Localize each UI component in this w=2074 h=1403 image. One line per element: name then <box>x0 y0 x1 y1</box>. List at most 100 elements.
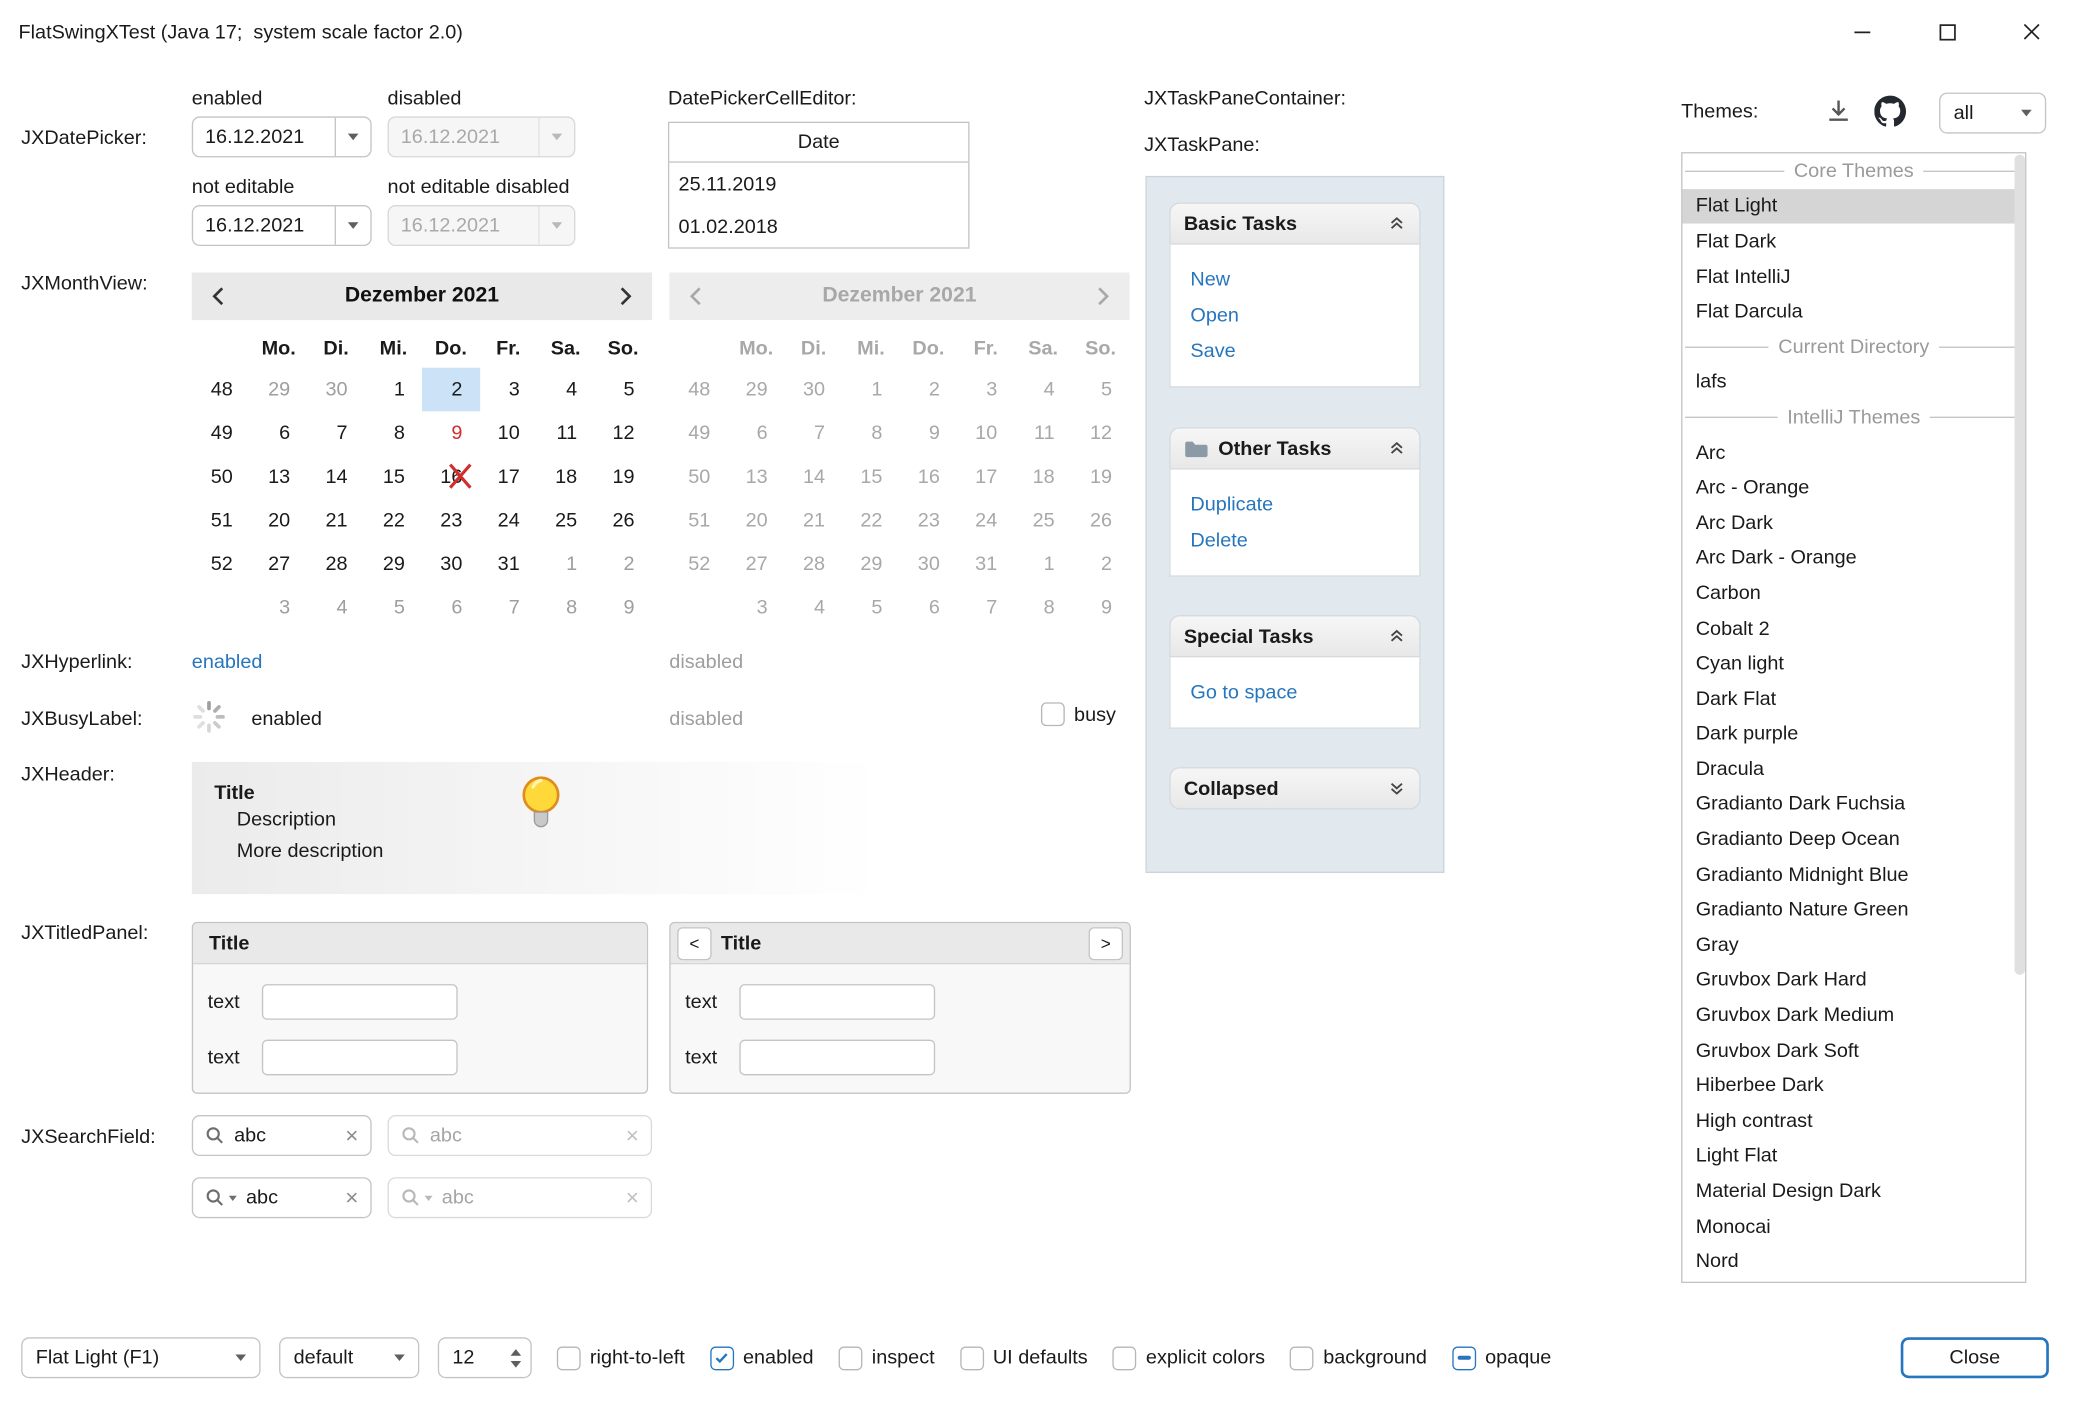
calendar-day[interactable]: 31 <box>480 542 537 586</box>
calendar-day[interactable]: 7 <box>307 411 364 455</box>
scrollbar-thumb[interactable] <box>2014 155 2025 975</box>
theme-item[interactable]: Gruvbox Dark Medium <box>1682 998 2025 1033</box>
calendar-day[interactable]: 16 <box>422 455 479 499</box>
expand-icon[interactable] <box>1388 779 1407 798</box>
calendar-day[interactable]: 23 <box>422 499 479 543</box>
task-link[interactable]: Delete <box>1190 522 1399 558</box>
task-pane-header[interactable]: Collapsed <box>1169 767 1420 809</box>
table-row[interactable]: 01.02.2018 <box>669 205 968 247</box>
task-link[interactable]: Duplicate <box>1190 487 1399 523</box>
spinner-value[interactable]: 12 <box>452 1347 474 1369</box>
date-picker-value[interactable]: 16.12.2021 <box>193 214 335 236</box>
task-pane-header[interactable]: Basic Tasks <box>1169 202 1420 244</box>
theme-item[interactable]: Dark purple <box>1682 716 2025 751</box>
next-month-button[interactable] <box>618 286 634 307</box>
checkbox-box[interactable] <box>1113 1346 1137 1370</box>
theme-item[interactable]: Cyan light <box>1682 646 2025 681</box>
busy-checkbox[interactable]: busy <box>1041 702 1116 726</box>
theme-item[interactable]: Light Flat <box>1682 1138 2025 1173</box>
laf-combo[interactable]: Flat Light (F1) <box>21 1337 260 1378</box>
calendar-day[interactable]: 24 <box>480 499 537 543</box>
spinner-up-icon[interactable] <box>511 1348 522 1355</box>
task-link[interactable]: Save <box>1190 333 1399 369</box>
calendar-day[interactable]: 20 <box>250 499 307 543</box>
download-themes-button[interactable] <box>1823 95 1855 127</box>
theme-item[interactable]: Gradianto Deep Ocean <box>1682 822 2025 857</box>
close-button[interactable]: Close <box>1901 1337 2049 1378</box>
checkbox-opaque[interactable]: opaque <box>1452 1346 1551 1370</box>
font-size-spinner[interactable]: 12 <box>438 1337 532 1378</box>
calendar-day[interactable]: 29 <box>365 542 422 586</box>
checkbox-box[interactable] <box>1041 702 1065 726</box>
theme-item[interactable]: Dark Flat <box>1682 681 2025 716</box>
clear-search-icon[interactable]: × <box>345 1186 358 1208</box>
calendar-day[interactable]: 8 <box>537 586 594 630</box>
theme-item[interactable]: Arc Dark <box>1682 505 2025 540</box>
checkbox-inspect[interactable]: inspect <box>839 1346 935 1370</box>
calendar-day[interactable]: 29 <box>250 368 307 412</box>
checkbox-box[interactable] <box>839 1346 863 1370</box>
collapse-icon[interactable] <box>1388 439 1407 458</box>
checkbox-box[interactable] <box>1290 1346 1314 1370</box>
calendar-day[interactable]: 22 <box>365 499 422 543</box>
calendar-day[interactable]: 30 <box>307 368 364 412</box>
calendar-day[interactable]: 27 <box>250 542 307 586</box>
calendar-day[interactable]: 6 <box>250 411 307 455</box>
calendar-day[interactable]: 3 <box>480 368 537 412</box>
task-pane-header[interactable]: Other Tasks <box>1169 427 1420 469</box>
search-field-with-menu[interactable]: abc × <box>192 1177 372 1218</box>
collapse-icon[interactable] <box>1388 214 1407 233</box>
search-input[interactable]: abc <box>234 1124 336 1146</box>
calendar-day[interactable]: 4 <box>537 368 594 412</box>
text-field[interactable] <box>739 1040 935 1076</box>
minimize-button[interactable] <box>1820 0 1905 63</box>
calendar-day[interactable]: 19 <box>594 455 651 499</box>
calendar-day[interactable]: 6 <box>422 586 479 630</box>
theme-item[interactable]: Gruvbox Dark Soft <box>1682 1033 2025 1068</box>
calendar-day[interactable]: 12 <box>594 411 651 455</box>
text-field[interactable] <box>739 984 935 1020</box>
theme-item[interactable]: Carbon <box>1682 576 2025 611</box>
theme-item[interactable]: Arc - Orange <box>1682 470 2025 505</box>
theme-item[interactable]: Gradianto Nature Green <box>1682 892 2025 927</box>
scroll-right-button[interactable]: > <box>1089 927 1123 960</box>
checkbox-background[interactable]: background <box>1290 1346 1427 1370</box>
calendar-day[interactable]: 25 <box>537 499 594 543</box>
style-combo[interactable]: default <box>279 1337 419 1378</box>
task-link[interactable]: Go to space <box>1190 675 1399 711</box>
table-column-header[interactable]: Date <box>669 123 968 163</box>
theme-item[interactable]: Gradianto Midnight Blue <box>1682 857 2025 892</box>
theme-item[interactable]: Gray <box>1682 927 2025 962</box>
calendar-day[interactable]: 28 <box>307 542 364 586</box>
theme-item[interactable]: Flat Dark <box>1682 224 2025 259</box>
checkbox-box[interactable] <box>1452 1346 1476 1370</box>
maximize-button[interactable] <box>1905 0 1990 63</box>
theme-item[interactable]: Material Design Dark <box>1682 1174 2025 1209</box>
clear-search-icon[interactable]: × <box>345 1124 358 1146</box>
theme-item[interactable]: Flat Light <box>1682 189 2025 224</box>
calendar-day[interactable]: 21 <box>307 499 364 543</box>
calendar-day[interactable]: 4 <box>307 586 364 630</box>
calendar-day[interactable]: 2 <box>594 542 651 586</box>
theme-item[interactable]: Arc Dark - Orange <box>1682 540 2025 575</box>
calendar-day[interactable]: 18 <box>537 455 594 499</box>
previous-month-button[interactable] <box>210 286 226 307</box>
date-picker-value[interactable]: 16.12.2021 <box>193 126 335 148</box>
theme-item[interactable]: Dracula <box>1682 751 2025 786</box>
theme-item[interactable]: Gradianto Dark Fuchsia <box>1682 787 2025 822</box>
calendar-day[interactable]: 17 <box>480 455 537 499</box>
theme-item[interactable]: Cobalt 2 <box>1682 611 2025 646</box>
text-field[interactable] <box>262 984 458 1020</box>
checkbox-box[interactable] <box>960 1346 984 1370</box>
date-picker-dropdown-button[interactable] <box>335 206 371 244</box>
task-pane-header[interactable]: Special Tasks <box>1169 615 1420 657</box>
theme-item[interactable]: Monocai <box>1682 1209 2025 1244</box>
calendar-day[interactable]: 5 <box>594 368 651 412</box>
task-link[interactable]: Open <box>1190 298 1399 334</box>
date-picker-not-editable[interactable]: 16.12.2021 <box>192 205 372 246</box>
text-field[interactable] <box>262 1040 458 1076</box>
calendar-day[interactable]: 7 <box>480 586 537 630</box>
github-button[interactable] <box>1873 94 1907 128</box>
calendar-day[interactable]: 13 <box>250 455 307 499</box>
checkbox-enabled[interactable]: enabled <box>710 1346 814 1370</box>
